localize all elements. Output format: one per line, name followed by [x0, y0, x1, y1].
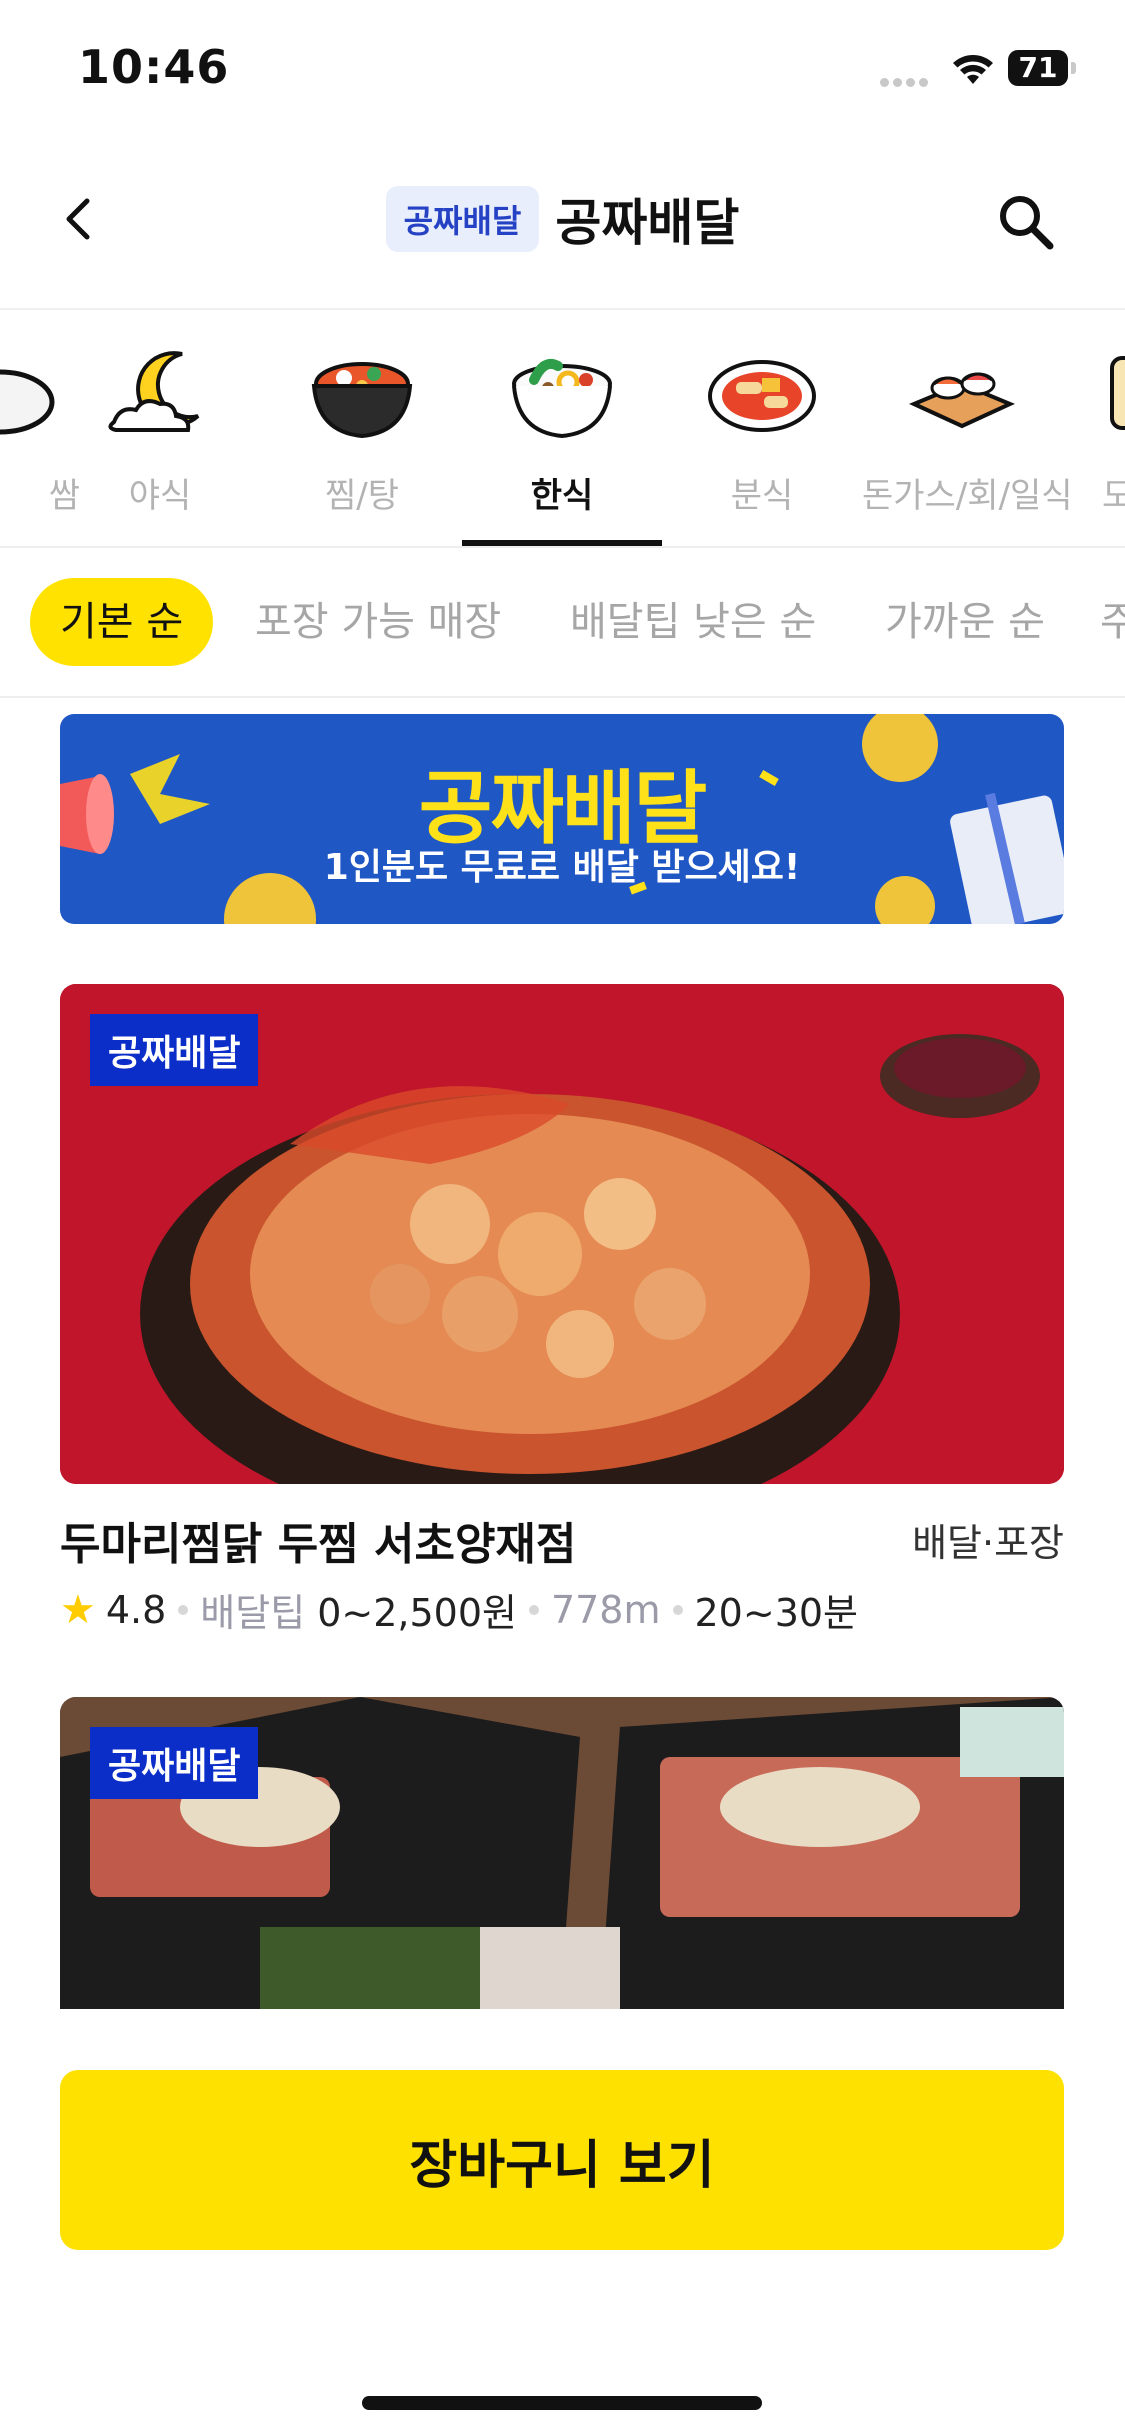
category-label: 도: [1102, 476, 1125, 516]
star-icon: ★: [60, 1586, 96, 1633]
category-divider: [0, 546, 1125, 548]
filter-chip-default[interactable]: 기본 순: [30, 578, 214, 666]
category-tab-jjim-tang[interactable]: 찜/탕: [262, 330, 462, 546]
filter-divider: [0, 696, 1125, 698]
store-rating: 4.8: [105, 1587, 167, 1632]
category-label: 돈가스/회/일식: [862, 476, 1073, 516]
wifi-icon: [950, 50, 996, 86]
category-tab-dosirak[interactable]: 도: [1062, 330, 1125, 546]
lunchbox-icon: [1110, 356, 1125, 430]
view-cart-button[interactable]: 장바구니 보기: [60, 2070, 1064, 2250]
category-label: 야식: [128, 476, 192, 516]
battery-icon: 71: [1008, 50, 1076, 86]
category-tab-bunsik[interactable]: 분식: [662, 330, 862, 546]
free-delivery-badge: 공짜배달: [90, 1014, 259, 1086]
separator-dot: [672, 1604, 683, 1615]
free-delivery-badge: 공짜배달: [90, 1727, 259, 1799]
category-label: 한식: [530, 476, 594, 516]
sushi-icon: [909, 372, 1015, 429]
search-icon: [1000, 196, 1054, 250]
store-name[interactable]: 두마리찜닭 두찜 서초양재점: [60, 1508, 576, 1572]
filter-chip-nearest[interactable]: 가까운 순: [885, 578, 1045, 666]
battery-level: 71: [1008, 50, 1068, 86]
sort-filter-bar: 기본 순 포장 가능 매장 배달팁 낮은 순 가까운 순 주: [0, 570, 1125, 680]
header-badge: 공짜배달: [385, 186, 540, 252]
header-title-area: 공짜배달 공짜배달: [0, 186, 1125, 252]
filter-chip-more[interactable]: 주: [1100, 578, 1125, 666]
chevron-left-icon: [66, 198, 90, 240]
wrap-icon: [0, 369, 55, 435]
stew-pot-icon: [311, 362, 413, 439]
delivery-tip-label: 배달팁: [200, 1591, 306, 1635]
category-label: 찜/탕: [324, 476, 399, 516]
category-tab-yasik[interactable]: 야식: [60, 330, 260, 546]
store-distance: 778m: [550, 1587, 661, 1632]
tteokbokki-icon: [708, 360, 816, 432]
header-divider: [0, 308, 1125, 310]
moon-icon: [108, 351, 200, 432]
free-delivery-banner[interactable]: 공짜배달 1인분도 무료로 배달 받으세요!: [60, 714, 1064, 924]
status-time: 10:46: [78, 40, 230, 94]
category-tab-japanese[interactable]: 돈가스/회/일식: [862, 330, 1073, 546]
page-title: 공짜배달: [555, 194, 740, 252]
delivery-time: 20~30분: [694, 1591, 859, 1635]
delivery-tip-value: 0~2,500원: [317, 1591, 517, 1635]
store-image[interactable]: 공짜배달: [60, 984, 1064, 1484]
filter-chip-takeout[interactable]: 포장 가능 매장: [255, 578, 501, 666]
store-image[interactable]: 공짜배달: [60, 1697, 1064, 2009]
banner-subtitle: 1인분도 무료로 배달 받으세요!: [323, 847, 801, 888]
separator-dot: [178, 1604, 189, 1615]
category-tab-hansik[interactable]: 한식: [462, 330, 662, 546]
category-label: 분식: [730, 476, 794, 516]
filter-chip-low-delivery-tip[interactable]: 배달팁 낮은 순: [570, 578, 816, 666]
separator-dot: [528, 1604, 539, 1615]
home-indicator[interactable]: [362, 2396, 762, 2410]
category-tabs: 쌈 야식 찜/탕 한식 분식 돈가스/회/일식 도: [0, 330, 1125, 546]
signal-icon: [880, 72, 935, 87]
back-button[interactable]: [48, 186, 108, 252]
store-service-type: 배달·포장: [912, 1521, 1064, 1565]
search-button[interactable]: [990, 186, 1062, 258]
store-meta: ★ 4.8 배달팁 0~2,500원 778m 20~30분: [60, 1582, 858, 1637]
bibimbap-icon: [512, 358, 612, 439]
